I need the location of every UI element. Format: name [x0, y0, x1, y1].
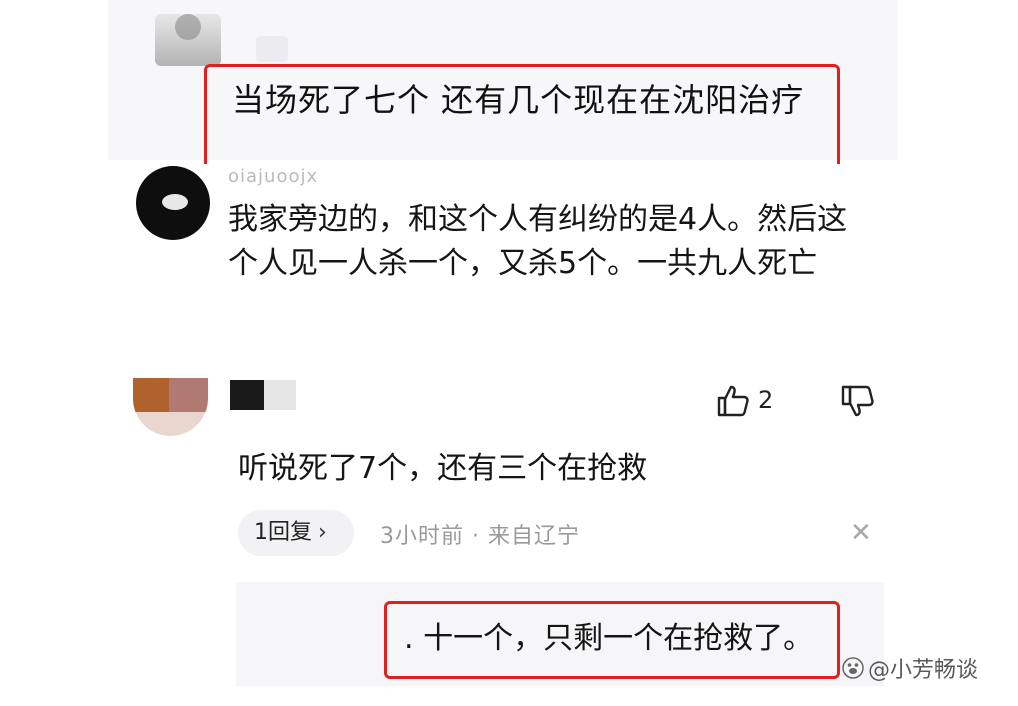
comment-text: 听说死了7个，还有三个在抢救 — [238, 451, 648, 486]
view-replies-button[interactable]: 1回复 › — [238, 510, 354, 556]
paw-icon — [842, 657, 864, 679]
comment-meta: 3小时前 · 来自辽宁 — [380, 524, 580, 549]
username-blurred — [256, 36, 288, 62]
thumbs-down-icon[interactable] — [840, 384, 876, 418]
thumbs-up-icon[interactable] — [716, 384, 750, 418]
like-count: 2 — [758, 386, 774, 414]
watermark-text: @小芳畅谈 — [868, 658, 979, 683]
comment-text: 我家旁边的，和这个人有纠纷的是4人。然后这个人见一人杀一个，又杀5个。一共九人死… — [228, 202, 848, 281]
username-blurred — [230, 380, 264, 410]
chevron-right-icon: › — [318, 520, 327, 545]
highlight-box — [384, 601, 840, 679]
avatar[interactable] — [155, 14, 221, 66]
username-blurred — [264, 380, 296, 410]
highlight-box — [204, 64, 840, 164]
close-icon[interactable]: ✕ — [850, 520, 872, 546]
username[interactable]: oiajuoojx — [228, 166, 318, 186]
avatar[interactable] — [136, 166, 210, 240]
avatar[interactable] — [133, 378, 208, 436]
watermark: @小芳畅谈 — [842, 652, 978, 684]
reply-count-label: 1回复 — [254, 520, 312, 545]
